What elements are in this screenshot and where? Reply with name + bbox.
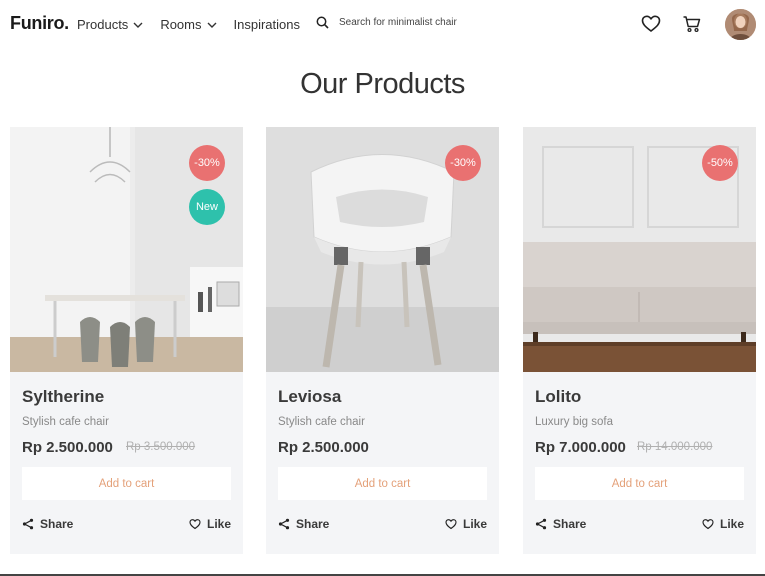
product-image[interactable]: -30% New — [10, 127, 243, 372]
product-old-price: Rp 3.500.000 — [126, 441, 196, 453]
discount-badge: -30% — [445, 145, 481, 181]
share-label: Share — [553, 517, 587, 531]
product-description: Stylish cafe chair — [278, 416, 365, 428]
product-image[interactable]: -30% — [266, 127, 499, 372]
like-label: Like — [206, 517, 231, 531]
share-label: Share — [296, 517, 330, 531]
product-price: Rp 2.500.000 — [278, 439, 369, 456]
share-icon — [22, 518, 34, 530]
product-name: Syltherine — [22, 387, 105, 406]
product-old-price: Rp 14.000.000 — [637, 441, 713, 453]
chevron-down-icon — [207, 22, 216, 28]
top-navbar: Funiro. Products Rooms Inspirations — [0, 0, 765, 52]
share-button[interactable]: Share — [22, 517, 73, 531]
heart-icon — [702, 519, 714, 530]
product-name: Leviosa — [278, 387, 342, 406]
search-input[interactable] — [339, 17, 489, 28]
heart-icon — [445, 519, 457, 530]
discount-badge: -50% — [702, 145, 738, 181]
page-title: Our Products — [300, 68, 465, 100]
heart-icon — [189, 519, 201, 530]
cart-icon[interactable] — [682, 14, 702, 34]
user-avatar[interactable] — [725, 9, 756, 40]
chevron-down-icon — [133, 22, 143, 28]
nav-item-label: Rooms — [160, 17, 202, 32]
like-button[interactable]: Like — [189, 517, 231, 531]
product-card: -30% New Syltherine Stylish cafe chair R… — [10, 127, 243, 554]
search-bar — [316, 16, 489, 29]
main-nav: Products Rooms Inspirations — [77, 17, 316, 32]
nav-item-rooms[interactable]: Rooms — [160, 17, 217, 32]
product-description: Stylish cafe chair — [22, 416, 109, 428]
add-to-cart-button[interactable]: Add to cart — [22, 467, 231, 500]
product-card: -50% Lolito Luxury big sofa Rp 7.000.000… — [523, 127, 756, 554]
nav-item-inspirations[interactable]: Inspirations — [234, 17, 300, 32]
product-card: -30% Leviosa Stylish cafe chair Rp 2.500… — [266, 127, 499, 554]
heart-icon[interactable] — [641, 14, 661, 34]
nav-item-label: Products — [77, 17, 129, 32]
new-badge: New — [189, 189, 225, 225]
nav-item-label: Inspirations — [233, 17, 300, 32]
add-to-cart-button[interactable]: Add to cart — [278, 467, 487, 500]
discount-badge: -30% — [189, 145, 225, 181]
like-label: Like — [719, 517, 744, 531]
share-icon — [278, 518, 290, 530]
share-icon — [535, 518, 547, 530]
brand-logo[interactable]: Funiro. — [10, 13, 69, 34]
share-button[interactable]: Share — [535, 517, 586, 531]
product-price: Rp 2.500.000 — [22, 439, 113, 456]
avatar-image — [725, 9, 756, 40]
like-button[interactable]: Like — [702, 517, 744, 531]
share-label: Share — [40, 517, 74, 531]
share-button[interactable]: Share — [278, 517, 329, 531]
like-label: Like — [462, 517, 487, 531]
product-price: Rp 7.000.000 — [535, 439, 626, 456]
nav-item-products[interactable]: Products — [77, 17, 144, 32]
product-description: Luxury big sofa — [535, 416, 613, 428]
like-button[interactable]: Like — [445, 517, 487, 531]
product-image[interactable]: -50% — [523, 127, 756, 372]
search-icon[interactable] — [316, 16, 329, 29]
add-to-cart-button[interactable]: Add to cart — [535, 467, 744, 500]
product-name: Lolito — [535, 387, 582, 406]
